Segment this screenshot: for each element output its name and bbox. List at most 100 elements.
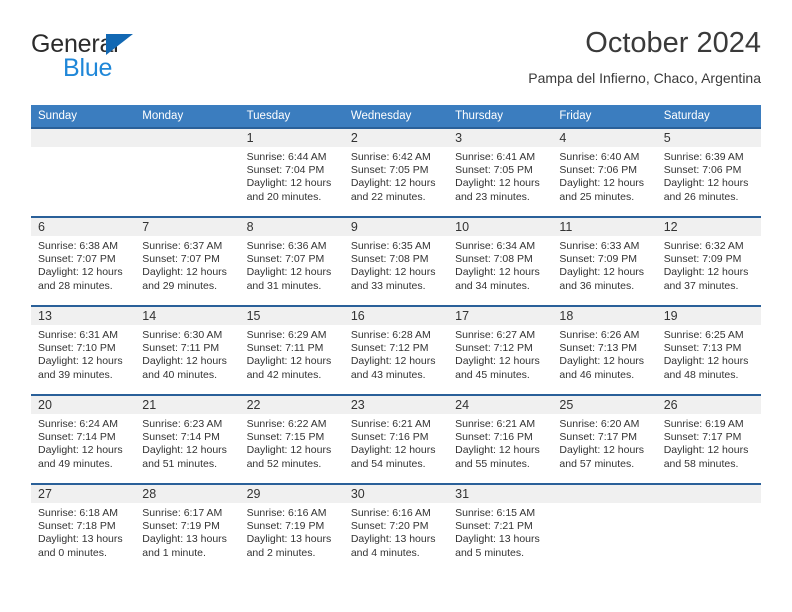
calendar-day-cell[interactable]: 29 Sunrise: 6:16 AM Sunset: 7:19 PM Dayligh… <box>239 483 344 572</box>
day-sun-info: Sunrise: 6:26 AM Sunset: 7:13 PM Daylight:… <box>552 325 656 382</box>
sunset-text: Sunset: 7:20 PM <box>350 520 429 533</box>
day-sun-info: Sunrise: 6:17 AM Sunset: 7:19 PM Daylight:… <box>135 503 239 560</box>
calendar-day-cell[interactable]: 1 Sunrise: 6:44 AM Sunset: 7:04 PM Daylight… <box>239 127 344 217</box>
weekday-header-wednesday: Wednesday <box>343 105 449 128</box>
calendar-day-cell[interactable]: 7 Sunrise: 6:37 AM Sunset: 7:07 PM Daylight… <box>135 216 240 306</box>
calendar-week-row: 6 Sunrise: 6:38 AM Sunset: 7:07 PM Daylight… <box>31 216 761 306</box>
calendar-day-cell[interactable]: 31 Sunrise: 6:15 AM Sunset: 7:21 PM Dayligh… <box>448 483 553 572</box>
daylight-text-line2: and 45 minutes. <box>455 368 530 381</box>
sunrise-text: Sunrise: 6:17 AM <box>142 507 223 519</box>
page-header: General Blue October 2024 Pampa del Infi… <box>31 26 761 98</box>
daylight-text-line1: Daylight: 12 hours <box>455 444 540 457</box>
daylight-text-line2: and 28 minutes. <box>38 279 113 292</box>
daylight-text-line2: and 46 minutes. <box>559 368 635 381</box>
day-number <box>656 485 761 503</box>
day-sun-info: Sunrise: 6:42 AM Sunset: 7:05 PM Daylight:… <box>344 147 448 204</box>
day-sun-info: Sunrise: 6:21 AM Sunset: 7:16 PM Daylight:… <box>344 414 448 471</box>
sunset-text: Sunset: 7:17 PM <box>663 431 742 444</box>
calendar-day-cell[interactable]: 25 Sunrise: 6:20 AM Sunset: 7:17 PM Dayligh… <box>552 394 657 484</box>
day-number: 15 <box>239 307 344 325</box>
calendar-day-cell[interactable]: 18 Sunrise: 6:26 AM Sunset: 7:13 PM Dayligh… <box>552 305 657 395</box>
calendar-day-cell[interactable]: 2 Sunrise: 6:42 AM Sunset: 7:05 PM Daylight… <box>343 127 449 217</box>
daylight-text-line1: Daylight: 13 hours <box>38 533 123 546</box>
day-number: 16 <box>343 307 449 325</box>
calendar-day-cell-empty <box>656 483 761 572</box>
day-sun-info: Sunrise: 6:20 AM Sunset: 7:17 PM Daylight:… <box>552 414 656 471</box>
calendar-day-cell[interactable]: 22 Sunrise: 6:22 AM Sunset: 7:15 PM Dayligh… <box>239 394 344 484</box>
sunset-text: Sunset: 7:18 PM <box>38 520 116 533</box>
daylight-text-line2: and 0 minutes. <box>38 546 107 559</box>
calendar-body: 1 Sunrise: 6:44 AM Sunset: 7:04 PM Daylight… <box>31 127 761 572</box>
day-sun-info: Sunrise: 6:22 AM Sunset: 7:15 PM Daylight:… <box>240 414 344 471</box>
calendar-day-cell[interactable]: 3 Sunrise: 6:41 AM Sunset: 7:05 PM Daylight… <box>448 127 553 217</box>
day-number: 14 <box>135 307 240 325</box>
sunrise-text: Sunrise: 6:31 AM <box>38 329 118 341</box>
sunset-text: Sunset: 7:04 PM <box>246 164 325 177</box>
daylight-text-line2: and 20 minutes. <box>246 190 322 203</box>
weekday-header-sunday: Sunday <box>31 105 136 128</box>
calendar-day-cell[interactable]: 14 Sunrise: 6:30 AM Sunset: 7:11 PM Dayligh… <box>135 305 240 395</box>
daylight-text-line1: Daylight: 12 hours <box>246 266 332 279</box>
calendar-day-cell[interactable]: 6 Sunrise: 6:38 AM Sunset: 7:07 PM Daylight… <box>31 216 136 306</box>
day-number: 18 <box>552 307 657 325</box>
calendar-day-cell[interactable]: 30 Sunrise: 6:16 AM Sunset: 7:20 PM Dayligh… <box>343 483 449 572</box>
calendar-day-cell[interactable]: 4 Sunrise: 6:40 AM Sunset: 7:06 PM Daylight… <box>552 127 657 217</box>
calendar-day-cell[interactable]: 27 Sunrise: 6:18 AM Sunset: 7:18 PM Dayligh… <box>31 483 136 572</box>
day-number <box>135 129 240 147</box>
day-sun-info: Sunrise: 6:34 AM Sunset: 7:08 PM Daylight:… <box>448 236 552 293</box>
calendar-day-cell[interactable]: 28 Sunrise: 6:17 AM Sunset: 7:19 PM Dayligh… <box>135 483 240 572</box>
weekday-header-tuesday: Tuesday <box>239 105 344 128</box>
daylight-text-line2: and 34 minutes. <box>455 279 530 292</box>
general-blue-logo[interactable]: General Blue <box>31 30 251 90</box>
daylight-text-line2: and 4 minutes. <box>350 546 420 559</box>
calendar-day-cell[interactable]: 16 Sunrise: 6:28 AM Sunset: 7:12 PM Dayligh… <box>343 305 449 395</box>
day-sun-info: Sunrise: 6:41 AM Sunset: 7:05 PM Daylight:… <box>448 147 552 204</box>
daylight-text-line2: and 43 minutes. <box>350 368 426 381</box>
sunrise-text: Sunrise: 6:40 AM <box>559 151 640 163</box>
calendar-day-cell[interactable]: 8 Sunrise: 6:36 AM Sunset: 7:07 PM Daylight… <box>239 216 344 306</box>
daylight-text-line1: Daylight: 12 hours <box>559 177 645 190</box>
calendar-day-cell-empty <box>552 483 657 572</box>
calendar-day-cell[interactable]: 20 Sunrise: 6:24 AM Sunset: 7:14 PM Dayligh… <box>31 394 136 484</box>
sunrise-text: Sunrise: 6:15 AM <box>455 507 536 519</box>
calendar-day-cell[interactable]: 5 Sunrise: 6:39 AM Sunset: 7:06 PM Daylight… <box>656 127 761 217</box>
calendar-day-cell[interactable]: 11 Sunrise: 6:33 AM Sunset: 7:09 PM Dayligh… <box>552 216 657 306</box>
sunset-text: Sunset: 7:07 PM <box>142 253 220 266</box>
calendar-day-cell[interactable]: 17 Sunrise: 6:27 AM Sunset: 7:12 PM Dayligh… <box>448 305 553 395</box>
daylight-text-line2: and 52 minutes. <box>246 457 322 470</box>
daylight-text-line1: Daylight: 12 hours <box>350 177 436 190</box>
calendar-day-cell[interactable]: 26 Sunrise: 6:19 AM Sunset: 7:17 PM Dayligh… <box>656 394 761 484</box>
sunset-text: Sunset: 7:06 PM <box>559 164 638 177</box>
daylight-text-line2: and 40 minutes. <box>142 368 217 381</box>
calendar-day-cell[interactable]: 13 Sunrise: 6:31 AM Sunset: 7:10 PM Dayligh… <box>31 305 136 395</box>
sunrise-text: Sunrise: 6:18 AM <box>38 507 118 519</box>
day-number: 2 <box>343 129 449 147</box>
calendar-week-row: 27 Sunrise: 6:18 AM Sunset: 7:18 PM Dayligh… <box>31 483 761 572</box>
sunset-text: Sunset: 7:15 PM <box>246 431 325 444</box>
calendar-day-cell[interactable]: 23 Sunrise: 6:21 AM Sunset: 7:16 PM Dayligh… <box>343 394 449 484</box>
calendar-day-cell[interactable]: 21 Sunrise: 6:23 AM Sunset: 7:14 PM Dayligh… <box>135 394 240 484</box>
day-number: 31 <box>448 485 553 503</box>
sunrise-text: Sunrise: 6:20 AM <box>559 418 640 430</box>
day-sun-info: Sunrise: 6:29 AM Sunset: 7:11 PM Daylight:… <box>240 325 344 382</box>
daylight-text-line1: Daylight: 12 hours <box>246 355 332 368</box>
calendar-day-cell[interactable]: 12 Sunrise: 6:32 AM Sunset: 7:09 PM Dayligh… <box>656 216 761 306</box>
daylight-text-line2: and 25 minutes. <box>559 190 635 203</box>
day-number: 26 <box>656 396 761 414</box>
daylight-text-line2: and 36 minutes. <box>559 279 635 292</box>
daylight-text-line2: and 51 minutes. <box>142 457 217 470</box>
calendar-day-cell[interactable]: 15 Sunrise: 6:29 AM Sunset: 7:11 PM Dayligh… <box>239 305 344 395</box>
day-number: 6 <box>31 218 136 236</box>
sunrise-text: Sunrise: 6:32 AM <box>663 240 744 252</box>
sunset-text: Sunset: 7:07 PM <box>38 253 116 266</box>
sunrise-text: Sunrise: 6:35 AM <box>350 240 431 252</box>
daylight-text-line2: and 37 minutes. <box>663 279 739 292</box>
calendar-day-cell[interactable]: 9 Sunrise: 6:35 AM Sunset: 7:08 PM Daylight… <box>343 216 449 306</box>
calendar-day-cell[interactable]: 10 Sunrise: 6:34 AM Sunset: 7:08 PM Dayligh… <box>448 216 553 306</box>
daylight-text-line2: and 33 minutes. <box>350 279 426 292</box>
day-sun-info: Sunrise: 6:44 AM Sunset: 7:04 PM Daylight:… <box>240 147 344 204</box>
calendar-day-cell[interactable]: 24 Sunrise: 6:21 AM Sunset: 7:16 PM Dayligh… <box>448 394 553 484</box>
calendar-day-cell[interactable]: 19 Sunrise: 6:25 AM Sunset: 7:13 PM Dayligh… <box>656 305 761 395</box>
day-sun-info: Sunrise: 6:37 AM Sunset: 7:07 PM Daylight:… <box>135 236 239 293</box>
sunrise-text: Sunrise: 6:34 AM <box>455 240 536 252</box>
